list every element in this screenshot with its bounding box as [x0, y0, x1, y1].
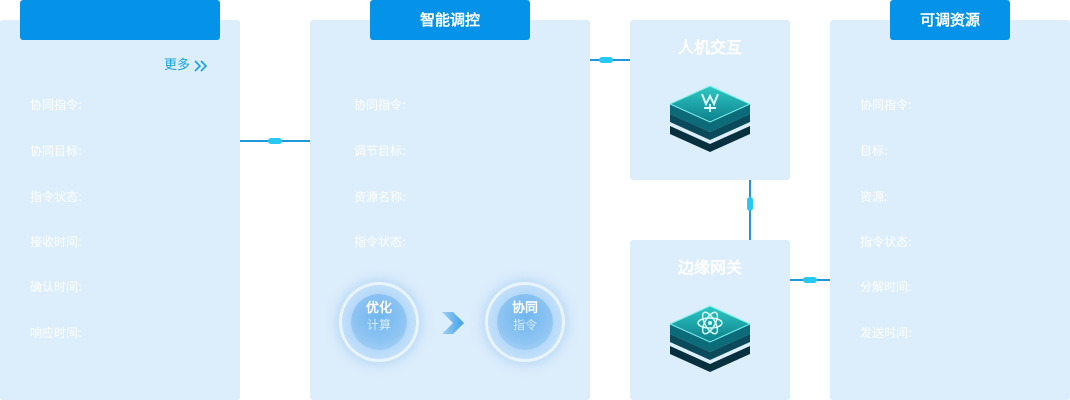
smart-control-panel: 协同指令: 调节目标: 资源名称: 指令状态: 优化 计算 协同 指令	[310, 20, 590, 400]
info-row-response-time: 响应时间:	[30, 326, 83, 340]
command-panel-tab	[20, 0, 220, 40]
info-row-receive-time: 接收时间:	[30, 235, 83, 249]
stacked-cube-hand-icon	[668, 85, 752, 152]
optimize-label: 优化	[365, 301, 392, 316]
edge-gateway-node-title: 边缘网关	[677, 258, 742, 277]
edge-gateway-node[interactable]: 边缘网关	[630, 240, 790, 400]
compute-label: 计算	[366, 318, 391, 332]
connector-dot	[747, 197, 753, 211]
hmi-node[interactable]: 人机交互	[630, 20, 790, 180]
info-row-target: 协同目标:	[30, 144, 83, 158]
command-label: 指令	[512, 318, 537, 332]
info-row-send-time: 发送时间:	[860, 326, 913, 340]
info-row-status: 指令状态:	[354, 235, 407, 249]
command-panel: 更多 协同指令: 协同目标: 指令状态: 接收时间: 确认时间: 响应时间:	[0, 20, 240, 400]
smart-control-tab: 智能调控	[370, 0, 530, 40]
flow-arrow-icon	[442, 312, 464, 334]
more-link[interactable]: 更多	[164, 58, 208, 74]
stacked-cube-atom-icon	[668, 305, 752, 372]
more-link-label: 更多	[164, 58, 191, 73]
info-row-decompose-time: 分解时间:	[860, 280, 913, 294]
adjustable-resource-panel: 协同指令: 目标: 资源: 指令状态: 分解时间: 发送时间:	[830, 20, 1070, 400]
info-row-target: 目标:	[860, 144, 889, 158]
info-row-status: 指令状态:	[30, 190, 83, 204]
info-row-resource: 资源:	[860, 190, 889, 204]
info-row-confirm-time: 确认时间:	[30, 280, 83, 294]
connector-dot	[268, 138, 282, 144]
connector-dot	[599, 57, 613, 63]
adjustable-resource-tab: 可调资源	[890, 0, 1010, 40]
info-row-command: 协同指令:	[860, 98, 913, 112]
optimize-compute-node: 优化 计算	[342, 285, 416, 359]
coordinate-command-node: 协同 指令	[488, 285, 562, 359]
connector-dot	[803, 277, 817, 283]
info-row-status: 指令状态:	[860, 235, 913, 249]
info-row-command: 协同指令:	[354, 98, 407, 112]
info-row-adjust-target: 调节目标:	[354, 144, 407, 158]
hmi-node-title: 人机交互	[677, 38, 742, 57]
double-chevron-right-icon	[194, 60, 208, 72]
coordinate-label: 协同	[511, 301, 538, 316]
info-row-command: 协同指令:	[30, 98, 83, 112]
info-row-resource-name: 资源名称:	[354, 190, 407, 204]
